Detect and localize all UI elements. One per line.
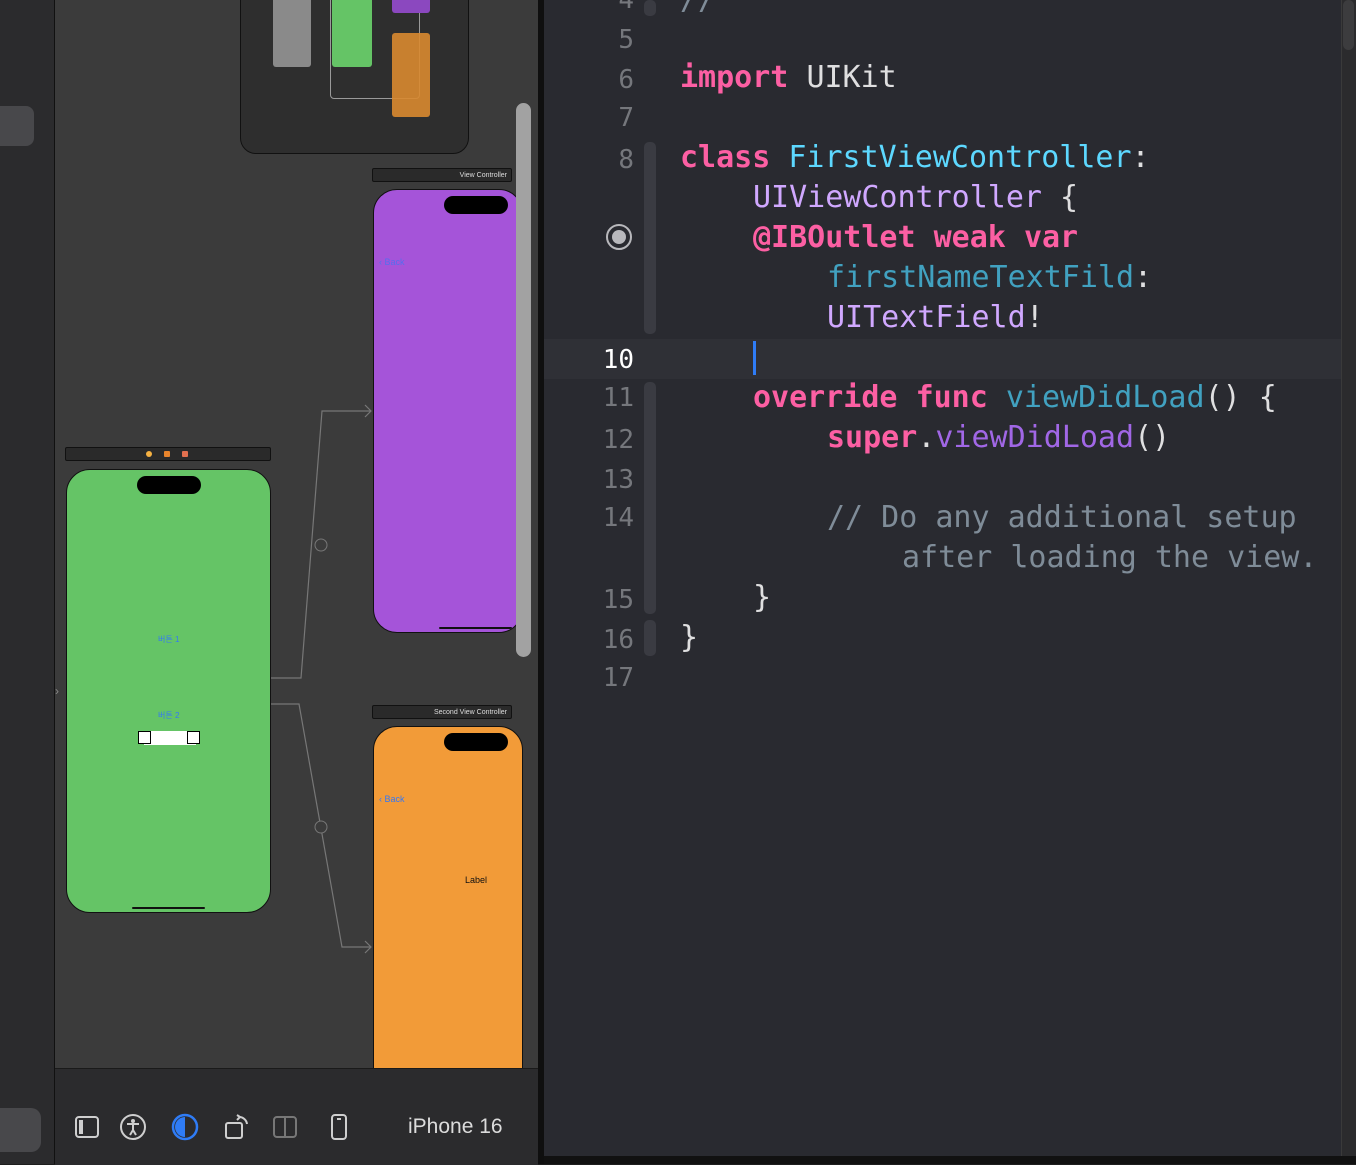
code-line-9: @IBOutlet weak var (753, 218, 1078, 258)
window-bottom-edge (544, 1156, 1356, 1164)
keyword: super (827, 420, 918, 455)
back-button[interactable]: ‹ Back (379, 257, 405, 267)
line-number: 4 (618, 0, 634, 15)
home-indicator (439, 627, 512, 629)
code-line-14-wrap: after loading the view. (902, 540, 1318, 575)
type-name: UIViewController (753, 180, 1042, 215)
punctuation: : (1131, 140, 1150, 175)
code-folding-ribbon[interactable] (644, 0, 656, 16)
device-selector[interactable]: iPhone 16 (408, 1115, 503, 1139)
punctuation: . (917, 420, 936, 455)
method-call: viewDidLoad (935, 420, 1135, 455)
line-number: 5 (618, 25, 634, 55)
code-line-9-wrap: firstNameTextFild: (827, 258, 1152, 298)
split-layout-icon[interactable] (271, 1113, 299, 1141)
editor-vertical-scrollbar[interactable] (1341, 0, 1356, 1156)
method-name: viewDidLoad (1005, 380, 1205, 415)
canvas-bottom-toolbar: iPhone 16 (55, 1068, 538, 1165)
editor-scroll-thumb[interactable] (1343, 0, 1354, 50)
second-view-controller-scene[interactable]: ‹ Back Label (373, 726, 523, 1068)
code-line-9-wrap-2: UITextField! (827, 298, 1044, 338)
punctuation: : (1134, 260, 1153, 295)
attribute: @IBOutlet (753, 220, 916, 255)
keyword: var (1023, 220, 1079, 255)
line-number: 7 (618, 103, 634, 133)
back-label: Back (384, 794, 405, 804)
device-icon[interactable] (325, 1113, 353, 1141)
punctuation: ! (1025, 300, 1044, 335)
punctuation: { (1060, 180, 1079, 215)
code-line-15: } (753, 580, 772, 615)
back-button[interactable]: ‹ Back (379, 794, 405, 804)
canvas-vertical-scrollbar[interactable] (516, 103, 531, 657)
line-number: 14 (602, 503, 634, 533)
type-name: UITextField (827, 300, 1026, 335)
keyword: override (753, 380, 898, 415)
storyboard-canvas[interactable]: 버튼 1 버튼 2 › View Controller ‹ Back Secon… (55, 0, 538, 1068)
line-number: 8 (618, 145, 634, 175)
code-line-11: override func viewDidLoad() { (753, 378, 1277, 418)
line-number: 11 (602, 383, 634, 413)
second-view-controller-dock[interactable]: Second View Controller (372, 705, 512, 719)
code-line-8: class FirstViewController: (680, 138, 1150, 178)
keyword: func (915, 380, 988, 415)
accessibility-icon[interactable] (119, 1113, 147, 1141)
code-folding-ribbon[interactable] (644, 382, 656, 614)
line-number: 13 (602, 465, 634, 495)
module-name: UIKit (806, 60, 897, 95)
dynamic-island (444, 196, 508, 214)
line-number: 15 (602, 585, 634, 615)
dynamic-island (444, 733, 508, 751)
line-number: 6 (618, 65, 634, 95)
code-editor[interactable]: 4 5 6 7 8 10 11 12 13 14 15 16 17 // imp… (544, 0, 1341, 1156)
property-name: firstNameTextFild (827, 260, 1135, 295)
rotate-orientation-icon[interactable] (223, 1113, 251, 1141)
appearance-icon[interactable] (171, 1113, 199, 1141)
navigator-rail (0, 0, 55, 1164)
keyword: weak (933, 220, 1006, 255)
code-line-6: import UIKit (680, 58, 897, 98)
class-name: FirstViewController (788, 140, 1132, 175)
keyword: import (680, 60, 789, 95)
outlet-connection-icon[interactable] (605, 223, 632, 250)
line-number: 17 (602, 663, 634, 693)
code-line-8-wrap: UIViewController { (753, 178, 1078, 218)
code-folding-ribbon[interactable] (644, 142, 656, 334)
code-line-12: super.viewDidLoad() (827, 418, 1170, 458)
line-number: 12 (602, 425, 634, 455)
code-line-4: // (680, 0, 716, 20)
sidebar-toggle-icon[interactable] (73, 1113, 101, 1141)
view-controller-dock[interactable]: View Controller (372, 168, 512, 182)
keyword: class (680, 140, 771, 175)
current-line-highlight (544, 339, 1341, 379)
back-label: Back (384, 257, 405, 267)
line-number-current: 10 (602, 345, 634, 375)
navigator-selection-highlight[interactable] (0, 106, 34, 146)
code-line-16: } (680, 620, 699, 655)
punctuation: () { (1204, 380, 1277, 415)
code-folding-ribbon[interactable] (644, 620, 656, 656)
label-view[interactable]: Label (465, 875, 487, 885)
line-number: 16 (602, 625, 634, 655)
navigator-filter-field[interactable] (0, 1108, 41, 1152)
punctuation: () (1134, 420, 1171, 455)
text-cursor (753, 341, 756, 375)
view-controller-scene[interactable]: ‹ Back (373, 189, 523, 633)
code-line-14: // Do any additional setup (827, 500, 1297, 535)
